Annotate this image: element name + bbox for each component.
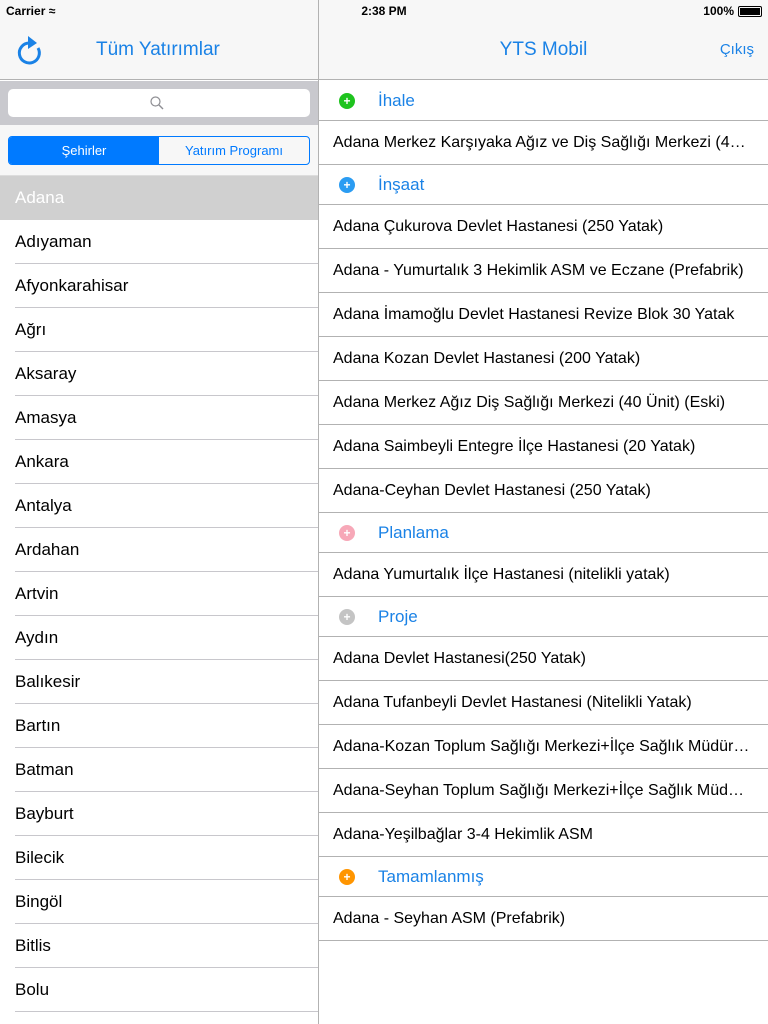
left-nav-bar: Tüm Yatırımlar — [0, 20, 318, 80]
section-header[interactable]: + Proje — [319, 597, 768, 637]
city-item[interactable]: Balıkesir — [0, 660, 318, 704]
city-item[interactable]: Ardahan — [0, 528, 318, 572]
section-header[interactable]: + İnşaat — [319, 165, 768, 205]
city-item[interactable]: Bitlis — [0, 924, 318, 968]
search-bar — [0, 81, 318, 125]
city-item[interactable]: Aksaray — [0, 352, 318, 396]
battery-status: 100% — [703, 4, 762, 18]
exit-button[interactable]: Çıkış — [720, 41, 754, 58]
city-item[interactable]: Afyonkarahisar — [0, 264, 318, 308]
project-item[interactable]: Adana - Seyhan ASM (Prefabrik) — [319, 897, 768, 941]
city-item[interactable]: Ankara — [0, 440, 318, 484]
section-label: İnşaat — [378, 175, 425, 194]
left-nav-title: Tüm Yatırımlar — [96, 39, 220, 60]
plus-circle-icon: + — [339, 525, 355, 541]
section-header[interactable]: + Planlama — [319, 513, 768, 553]
project-item[interactable]: Adana-Ceyhan Devlet Hastanesi (250 Yatak… — [319, 469, 768, 513]
segmented-control: Şehirler Yatırım Programı — [8, 136, 310, 165]
city-item[interactable]: Antalya — [0, 484, 318, 528]
segment-bar: Şehirler Yatırım Programı — [0, 125, 318, 176]
search-icon — [150, 96, 164, 110]
section-header[interactable]: + İhale — [319, 81, 768, 121]
project-item[interactable]: Adana Devlet Hastanesi(250 Yatak) — [319, 637, 768, 681]
segment-cities[interactable]: Şehirler — [9, 137, 159, 164]
project-item[interactable]: Adana Çukurova Devlet Hastanesi (250 Yat… — [319, 205, 768, 249]
city-item[interactable]: Artvin — [0, 572, 318, 616]
city-item[interactable]: Amasya — [0, 396, 318, 440]
project-item[interactable]: Adana Merkez Ağız Diş Sağlığı Merkezi (4… — [319, 381, 768, 425]
right-nav-bar: YTS Mobil Çıkış — [319, 20, 768, 80]
battery-icon — [738, 5, 762, 17]
plus-circle-icon: + — [339, 609, 355, 625]
city-item[interactable]: Adana — [0, 176, 318, 220]
project-item[interactable]: Adana-Seyhan Toplum Sağlığı Merkezi+İlçe… — [319, 769, 768, 813]
search-input[interactable] — [8, 89, 310, 117]
city-list: Adana Adıyaman Afyonkarahisar Ağrı Aksaray Am… — [0, 176, 318, 1012]
plus-circle-icon: + — [339, 869, 355, 885]
city-item[interactable]: Ağrı — [0, 308, 318, 352]
city-item[interactable]: Bayburt — [0, 792, 318, 836]
refresh-icon[interactable] — [16, 34, 46, 68]
split-divider — [318, 0, 319, 1024]
project-item[interactable]: Adana Kozan Devlet Hastanesi (200 Yatak) — [319, 337, 768, 381]
project-item[interactable]: Adana Yumurtalık İlçe Hastanesi (nitelik… — [319, 553, 768, 597]
status-bar: Carrier ≈ 2:38 PM 100% — [0, 0, 768, 20]
section-label: Tamamlanmış — [378, 867, 484, 886]
city-item[interactable]: Bilecik — [0, 836, 318, 880]
city-item[interactable]: Bolu — [0, 968, 318, 1012]
project-item[interactable]: Adana Saimbeyli Entegre İlçe Hastanesi (… — [319, 425, 768, 469]
project-list: + İhale Adana Merkez Karşıyaka Ağız ve Diş… — [319, 81, 768, 941]
project-item[interactable]: Adana Merkez Karşıyaka Ağız ve Diş Sağlı… — [319, 121, 768, 165]
city-item[interactable]: Batman — [0, 748, 318, 792]
plus-circle-icon: + — [339, 93, 355, 109]
city-item[interactable]: Bartın — [0, 704, 318, 748]
section-label: Planlama — [378, 523, 449, 542]
city-item[interactable]: Adıyaman — [0, 220, 318, 264]
plus-circle-icon: + — [339, 177, 355, 193]
section-label: Proje — [378, 607, 418, 626]
project-item[interactable]: Adana-Kozan Toplum Sağlığı Merkezi+İlçe … — [319, 725, 768, 769]
battery-percent: 100% — [703, 4, 734, 18]
project-item[interactable]: Adana-Yeşilbağlar 3-4 Hekimlik ASM — [319, 813, 768, 857]
section-header[interactable]: + Tamamlanmış — [319, 857, 768, 897]
section-label: İhale — [378, 91, 415, 110]
project-item[interactable]: Adana Tufanbeyli Devlet Hastanesi (Nitel… — [319, 681, 768, 725]
clock: 2:38 PM — [361, 4, 407, 18]
segment-investment-program[interactable]: Yatırım Programı — [159, 137, 309, 164]
city-item[interactable]: Aydın — [0, 616, 318, 660]
project-item[interactable]: Adana - Yumurtalık 3 Hekimlik ASM ve Ecz… — [319, 249, 768, 293]
city-item[interactable]: Bingöl — [0, 880, 318, 924]
app-title: YTS Mobil — [499, 39, 588, 60]
project-item[interactable]: Adana İmamoğlu Devlet Hastanesi Revize B… — [319, 293, 768, 337]
